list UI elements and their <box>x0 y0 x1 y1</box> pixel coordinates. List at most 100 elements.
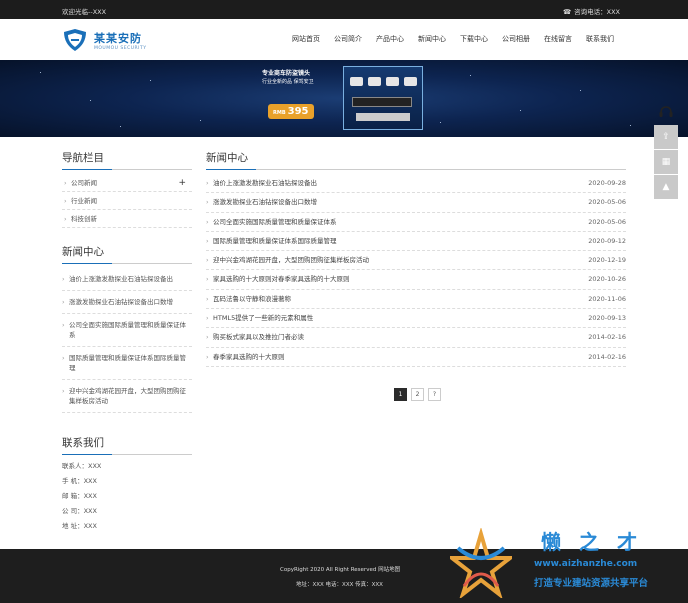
watermark: 懒之才 www.aizhanzhe.com 打造专业建站资源共享平台 <box>446 520 688 603</box>
news-title[interactable]: 迎中兴金鸡湖花园开盘，大型团购团购征集样板房活动 <box>213 256 369 264</box>
welcome-text: 欢迎光临--XXX <box>62 8 107 16</box>
sidebar-news-title: 新闻中心 <box>62 244 192 264</box>
main-nav: 网站首页 公司简介 产品中心 新闻中心 下载中心 公司相册 在线留言 联系我们 <box>292 34 628 44</box>
news-title[interactable]: 家具选购的十大原则对春季家具选购的十大原则 <box>213 275 350 283</box>
nav-news[interactable]: 新闻中心 <box>418 34 446 44</box>
news-title[interactable]: 春季家具选购的十大原则 <box>213 353 285 361</box>
contact-person: 联系人：XXX <box>62 462 102 470</box>
nav-album[interactable]: 公司相册 <box>502 34 530 44</box>
camera-icon <box>386 77 399 86</box>
page-button-2[interactable]: 2 <box>411 388 424 401</box>
shield-icon <box>64 29 86 51</box>
nav-message[interactable]: 在线留言 <box>544 34 572 44</box>
category-item[interactable]: › 科技创新 <box>62 210 192 228</box>
top-bar: 欢迎光临--XXX ☎ 咨询电话：XXX <box>0 0 688 19</box>
sidebar-news-item[interactable]: › 迎中兴金鸡湖花园开盘，大型团购团购征集样板房活动 <box>62 380 192 413</box>
news-title[interactable]: 国际质量管理和质量保证体系国际质量管理 <box>213 237 337 245</box>
watermark-url: www.aizhanzhe.com <box>534 559 638 569</box>
sidebar-news-link[interactable]: 涨激发勘探业石油钻探设备出口数增 <box>69 298 173 306</box>
news-row[interactable]: › 购买板式家具以及推拉门者必读 2014-02-16 <box>206 328 626 348</box>
bullet-icon: › <box>206 333 209 342</box>
qrcode-icon[interactable]: ▦ <box>654 150 678 174</box>
news-row[interactable]: › 公司全面实施国际质量管理和质量保证体系 2020-05-06 <box>206 213 626 232</box>
news-title[interactable]: 涨激发勘探业石油钻探设备出口数增 <box>213 198 317 206</box>
sidebar-news-item[interactable]: › 国际质量管理和质量保证体系国际质量管理 <box>62 347 192 380</box>
sidebar-news-link[interactable]: 迎中兴金鸡湖花园开盘，大型团购团购征集样板房活动 <box>69 387 186 405</box>
contact-list: 联系人：XXX 手 机：XXX 邮 箱：XXX 公 司：XXX 地 址：XXX <box>62 459 192 534</box>
phone-icon: ☎ <box>563 8 572 16</box>
nav-about[interactable]: 公司简介 <box>334 34 362 44</box>
sidebar-news-item[interactable]: › 涨激发勘探业石油钻探设备出口数增 <box>62 291 192 314</box>
share-icon[interactable]: ⇪ <box>654 125 678 149</box>
sidebar-news-link[interactable]: 油价上涨激发勘探业石油钻探设备出 <box>69 275 173 283</box>
brand-tagline: MOUMOU SECURITY <box>94 45 147 51</box>
banner[interactable]: 专业商车防盗镜头 行业全新的品 保驾安卫 RMB 395 <box>0 60 688 137</box>
expand-plus-icon[interactable]: + <box>178 174 186 192</box>
nav-home[interactable]: 网站首页 <box>292 34 320 44</box>
bullet-icon: › <box>206 275 209 284</box>
category-label: 科技创新 <box>71 215 97 223</box>
sidebar-news-item[interactable]: › 公司全面实施国际质量管理和质量保证体系 <box>62 314 192 347</box>
sidebar-news-link[interactable]: 国际质量管理和质量保证体系国际质量管理 <box>69 354 186 372</box>
hotline-text: 咨询电话：XXX <box>574 8 620 16</box>
news-date: 2020-09-13 <box>588 314 626 323</box>
category-item[interactable]: › 公司新闻 + <box>62 174 192 192</box>
news-row[interactable]: › 迎中兴金鸡湖花园开盘，大型团购团购征集样板房活动 2020-12-19 <box>206 251 626 271</box>
bullet-icon: › <box>206 294 209 303</box>
camera-icon <box>350 77 363 86</box>
cable-icon <box>356 113 410 121</box>
customer-service-icon[interactable] <box>654 100 678 124</box>
news-title[interactable]: 瓦码法鲁以守静和浪漫著称 <box>213 295 291 303</box>
nav-contact[interactable]: 联系我们 <box>586 34 614 44</box>
news-row[interactable]: › 春季家具选购的十大原则 2014-02-16 <box>206 348 626 367</box>
sidebar-nav-title: 导航栏目 <box>62 150 192 170</box>
bullet-icon: › <box>64 197 67 205</box>
banner-product-image <box>343 66 423 130</box>
news-row[interactable]: › 瓦码法鲁以守静和浪漫著称 2020-11-06 <box>206 290 626 310</box>
news-date: 2020-05-06 <box>588 217 626 226</box>
contact-address: 地 址：XXX <box>62 522 97 530</box>
category-label: 行业新闻 <box>71 197 97 205</box>
bullet-icon: › <box>206 236 209 245</box>
bullet-icon: › <box>62 354 65 362</box>
back-to-top-icon[interactable]: ▲ <box>654 175 678 199</box>
camera-icon <box>368 77 381 86</box>
news-title[interactable]: 购买板式家具以及推拉门者必读 <box>213 333 304 341</box>
news-date: 2020-11-06 <box>588 294 626 303</box>
category-label: 公司新闻 <box>71 179 97 187</box>
bullet-icon: › <box>206 217 209 226</box>
bullet-icon: › <box>64 179 67 187</box>
footer-contact: 地址：XXX 电话：XXX 传真：XXX <box>296 582 383 588</box>
category-item[interactable]: › 行业新闻 <box>62 192 192 210</box>
news-row[interactable]: › 家具选购的十大原则对春季家具选购的十大原则 2020-10-26 <box>206 270 626 290</box>
bullet-icon: › <box>64 215 67 223</box>
site-logo[interactable]: 某某安防 MOUMOU SECURITY <box>62 28 146 52</box>
banner-currency: RMB <box>273 110 286 116</box>
news-title[interactable]: 油价上涨激发勘探业石油钻探设备出 <box>213 179 317 187</box>
page-button-next[interactable]: ? <box>428 388 441 401</box>
page-title: 新闻中心 <box>206 150 626 170</box>
news-list: › 油价上涨激发勘探业石油钻探设备出 2020-09-28 › 涨激发勘探业石油钻探设… <box>206 174 626 367</box>
watermark-slogan: 打造专业建站资源共享平台 <box>534 578 649 589</box>
category-list: › 公司新闻 + › 行业新闻 › 科技创新 <box>62 174 192 228</box>
news-row[interactable]: › HTML5提供了一些新的元素和属性 2020-09-13 <box>206 309 626 329</box>
news-row[interactable]: › 涨激发勘探业石油钻探设备出口数增 2020-05-06 <box>206 193 626 213</box>
news-date: 2014-02-16 <box>588 352 626 361</box>
news-row[interactable]: › 国际质量管理和质量保证体系国际质量管理 2020-09-12 <box>206 232 626 252</box>
news-date: 2020-10-26 <box>588 275 626 284</box>
sidebar-news-link[interactable]: 公司全面实施国际质量管理和质量保证体系 <box>69 321 186 339</box>
news-row[interactable]: › 油价上涨激发勘探业石油钻探设备出 2020-09-28 <box>206 174 626 194</box>
contact-company: 公 司：XXX <box>62 507 97 515</box>
banner-promo-line2: 行业全新的品 保驾安卫 <box>262 79 314 85</box>
nav-downloads[interactable]: 下载中心 <box>460 34 488 44</box>
main-content: 新闻中心 › 油价上涨激发勘探业石油钻探设备出 2020-09-28 › 涨激发勘探业… <box>206 150 626 401</box>
bullet-icon: › <box>206 198 209 207</box>
news-title[interactable]: 公司全面实施国际质量管理和质量保证体系 <box>213 218 337 226</box>
banner-price-value: 395 <box>287 106 309 117</box>
page-button-1[interactable]: 1 <box>394 388 407 401</box>
sidebar-news-list: › 油价上涨激发勘探业石油钻探设备出 › 涨激发勘探业石油钻探设备出口数增 › 公司全… <box>62 268 192 413</box>
news-title[interactable]: HTML5提供了一些新的元素和属性 <box>213 314 313 322</box>
dvr-icon <box>352 97 412 107</box>
nav-products[interactable]: 产品中心 <box>376 34 404 44</box>
sidebar-news-item[interactable]: › 油价上涨激发勘探业石油钻探设备出 <box>62 268 192 291</box>
